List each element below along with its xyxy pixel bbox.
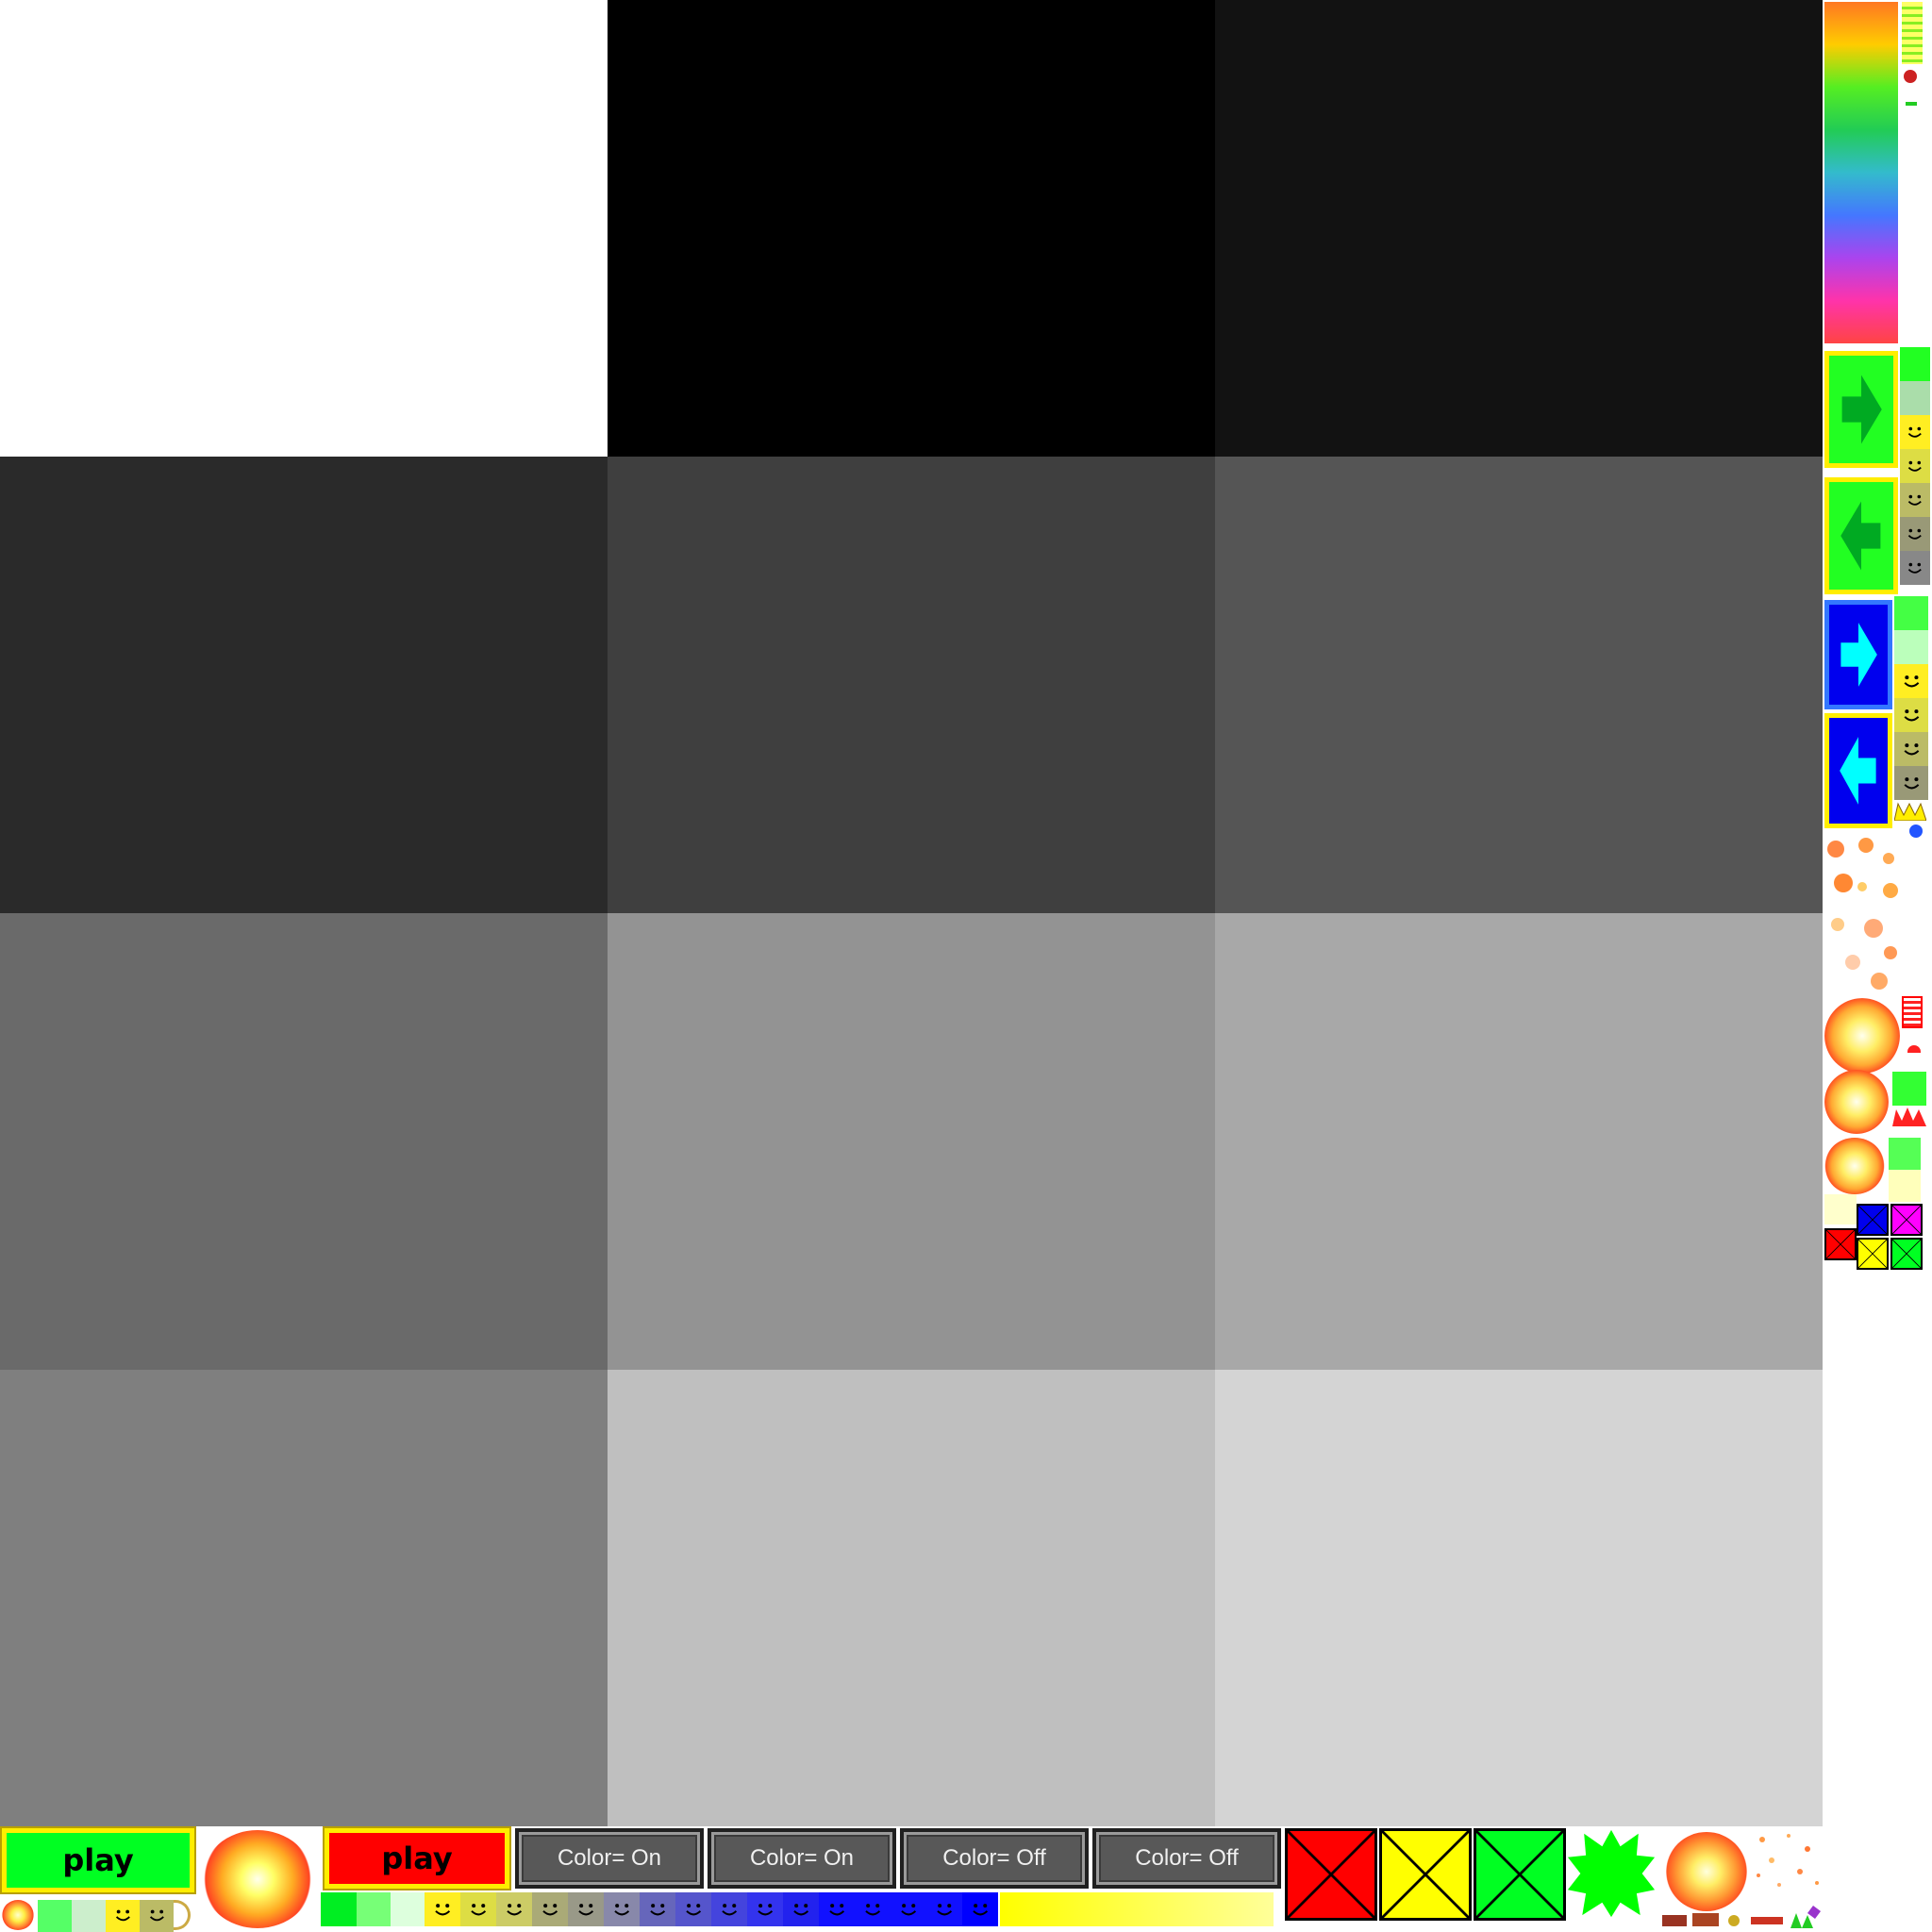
color-on-button-1[interactable]: Color= On (515, 1828, 704, 1889)
strip-smiley-2 (460, 1892, 496, 1926)
color-off-button-2[interactable]: Color= Off (1092, 1828, 1281, 1889)
play-button-green[interactable]: play (0, 1826, 196, 1894)
left-arrow-icon-4 (1824, 713, 1892, 828)
small-crossed-box-2 (1890, 1204, 1923, 1236)
strip-smiley-14 (891, 1892, 926, 1926)
gray-swatch-7 (0, 913, 608, 1370)
gray-swatch-10 (0, 1370, 608, 1826)
gray-swatch-3 (1215, 0, 1823, 457)
gray-swatch-12 (1215, 1370, 1823, 1826)
red-dot-icon (1904, 70, 1917, 83)
strip-smiley-1 (425, 1892, 460, 1926)
explosion-frame-3 (1824, 1138, 1885, 1194)
gray-swatch-4 (0, 457, 608, 913)
side-smiley-a-1 (1900, 415, 1930, 449)
mini-smiley-2 (140, 1900, 174, 1932)
gray-swatch-2 (608, 0, 1215, 457)
red-cap-icon (1907, 1045, 1921, 1053)
mini-lightgreen-tile (72, 1900, 106, 1932)
small-crossed-box-4 (1857, 1238, 1889, 1270)
mini-boom-icon (2, 1900, 34, 1930)
red-meter-icon (1902, 996, 1923, 1028)
side-paleyellow-square (1889, 1170, 1921, 1202)
side-smiley-b-4 (1894, 766, 1928, 800)
strip-smiley-15 (926, 1892, 962, 1926)
side-smiley-b-3 (1894, 732, 1928, 766)
right-arrow-icon-1 (1824, 351, 1898, 468)
yellow-crown-icon (1894, 802, 1926, 821)
gray-swatch-1 (0, 0, 608, 457)
explosion-frame-2 (1824, 1070, 1889, 1134)
mini-smiley-1 (106, 1900, 140, 1932)
color-on-button-2[interactable]: Color= On (708, 1828, 896, 1889)
explosion-medium-icon (1666, 1832, 1747, 1911)
explosion-fragments-icon (1827, 838, 1898, 990)
strip-green-tile (321, 1892, 357, 1926)
strip-smiley-8 (675, 1892, 711, 1926)
explosion-large-icon (202, 1830, 313, 1928)
side-smiley-a-5 (1900, 551, 1930, 585)
explosion-frame-1 (1824, 998, 1900, 1074)
play-button-red[interactable]: play (323, 1826, 511, 1890)
strip-smiley-4 (532, 1892, 568, 1926)
side-green-tile-2 (1894, 596, 1928, 630)
mini-banana-icon (174, 1900, 191, 1930)
rainbow-strip (1824, 2, 1898, 343)
green-splat-icon (1567, 1829, 1656, 1918)
dynamite-sprites-icon (1662, 1913, 1813, 1928)
strip-smiley-7 (640, 1892, 675, 1926)
small-crossed-box-5 (1890, 1238, 1923, 1270)
side-smiley-a-2 (1900, 449, 1930, 483)
gray-swatch-6 (1215, 457, 1823, 913)
yellow-gradient-strip (1000, 1892, 1274, 1926)
strip-smiley-9 (711, 1892, 747, 1926)
color-off-button-1[interactable]: Color= Off (900, 1828, 1089, 1889)
side-cream-square (1824, 1194, 1857, 1224)
side-smiley-b-2 (1894, 698, 1928, 732)
gray-swatch-11 (608, 1370, 1215, 1826)
side-palegreen-tile (1900, 381, 1930, 415)
green-dash-icon (1906, 102, 1917, 106)
side-green-square-2 (1889, 1138, 1921, 1170)
right-arrow-icon-3 (1824, 600, 1892, 709)
red-grass-icon (1892, 1108, 1926, 1126)
strip-palegreen-tile (391, 1892, 425, 1926)
strip-smiley-5 (568, 1892, 604, 1926)
crossed-box-1 (1285, 1828, 1377, 1921)
strip-smiley-16 (962, 1892, 998, 1926)
crossed-box-3 (1474, 1828, 1566, 1921)
side-green-square (1892, 1072, 1926, 1106)
left-arrow-icon-2 (1824, 477, 1898, 594)
side-smiley-a-3 (1900, 483, 1930, 517)
strip-smiley-6 (604, 1892, 640, 1926)
small-crossed-box-1 (1857, 1204, 1889, 1236)
strip-smiley-12 (819, 1892, 855, 1926)
strip-midgreen-tile (357, 1892, 391, 1926)
side-smiley-a-4 (1900, 517, 1930, 551)
strip-smiley-10 (747, 1892, 783, 1926)
side-green-tile (1900, 347, 1930, 381)
small-crossed-box-3 (1824, 1228, 1857, 1260)
gray-swatch-8 (608, 913, 1215, 1370)
strip-smiley-11 (783, 1892, 819, 1926)
strip-smiley-13 (855, 1892, 891, 1926)
side-smiley-b-1 (1894, 664, 1928, 698)
side-palegreen-tile-2 (1894, 630, 1928, 664)
gray-swatch-9 (1215, 913, 1823, 1370)
strip-smiley-3 (496, 1892, 532, 1926)
mini-green-tile (38, 1900, 72, 1932)
mini-meter-icon (1902, 2, 1923, 64)
gray-swatch-5 (608, 457, 1215, 913)
blue-gem-icon (1909, 824, 1923, 838)
crossed-box-2 (1379, 1828, 1472, 1921)
